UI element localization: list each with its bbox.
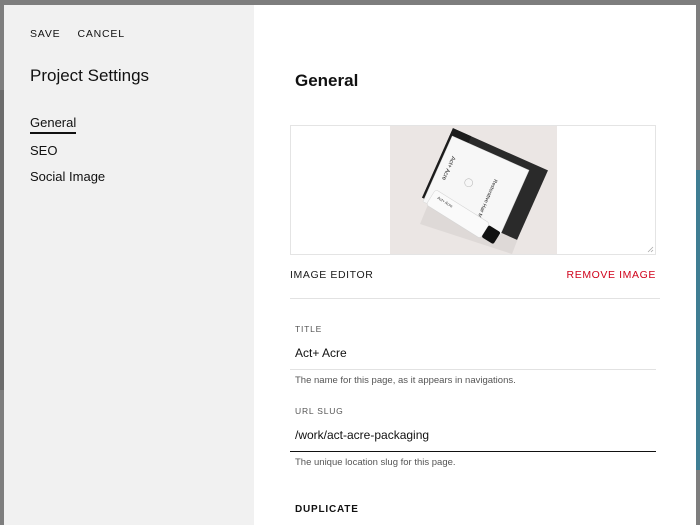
settings-nav: General SEO Social Image bbox=[30, 115, 105, 195]
product-photo-illustration: Act+ Acre Restorative Hair Mask Act+ Acr… bbox=[390, 126, 557, 254]
sidebar-title: Project Settings bbox=[30, 66, 150, 85]
url-slug-field: URL SLUG /work/act-acre-packaging The un… bbox=[290, 406, 656, 468]
image-preview-box[interactable]: Act+ Acre Restorative Hair Mask Act+ Acr… bbox=[290, 125, 656, 255]
title-field-label: TITLE bbox=[295, 324, 323, 334]
settings-sidebar: SAVE CANCEL Project Settings General SEO… bbox=[4, 5, 254, 525]
cancel-button[interactable]: CANCEL bbox=[77, 28, 124, 40]
project-settings-modal: SAVE CANCEL Project Settings General SEO… bbox=[4, 5, 696, 525]
url-slug-field-help: The unique location slug for this page. bbox=[295, 457, 456, 468]
resize-handle-icon[interactable] bbox=[647, 246, 654, 253]
save-button[interactable]: SAVE bbox=[30, 28, 60, 40]
nav-item-seo[interactable]: SEO bbox=[30, 143, 57, 160]
url-slug-field-label: URL SLUG bbox=[295, 406, 344, 416]
title-field: TITLE Act+ Acre The name for this page, … bbox=[290, 324, 656, 386]
remove-image-button[interactable]: REMOVE IMAGE bbox=[567, 269, 656, 281]
nav-item-general[interactable]: General bbox=[30, 115, 77, 134]
title-input[interactable]: Act+ Acre bbox=[290, 336, 656, 370]
page-title: General bbox=[295, 71, 359, 90]
title-field-help: The name for this page, as it appears in… bbox=[295, 375, 516, 386]
nav-item-social-image[interactable]: Social Image bbox=[30, 169, 105, 186]
settings-main: General Act+ Acre Restorative Hair Mask … bbox=[254, 5, 696, 525]
divider bbox=[290, 298, 660, 299]
url-slug-input[interactable]: /work/act-acre-packaging bbox=[290, 418, 656, 452]
duplicate-section-label: DUPLICATE bbox=[295, 504, 359, 515]
image-actions: IMAGE EDITOR REMOVE IMAGE bbox=[290, 269, 656, 281]
image-editor-button[interactable]: IMAGE EDITOR bbox=[290, 269, 373, 281]
sidebar-actions: SAVE CANCEL bbox=[30, 28, 125, 40]
product-image: Act+ Acre Restorative Hair Mask Act+ Acr… bbox=[390, 126, 557, 254]
